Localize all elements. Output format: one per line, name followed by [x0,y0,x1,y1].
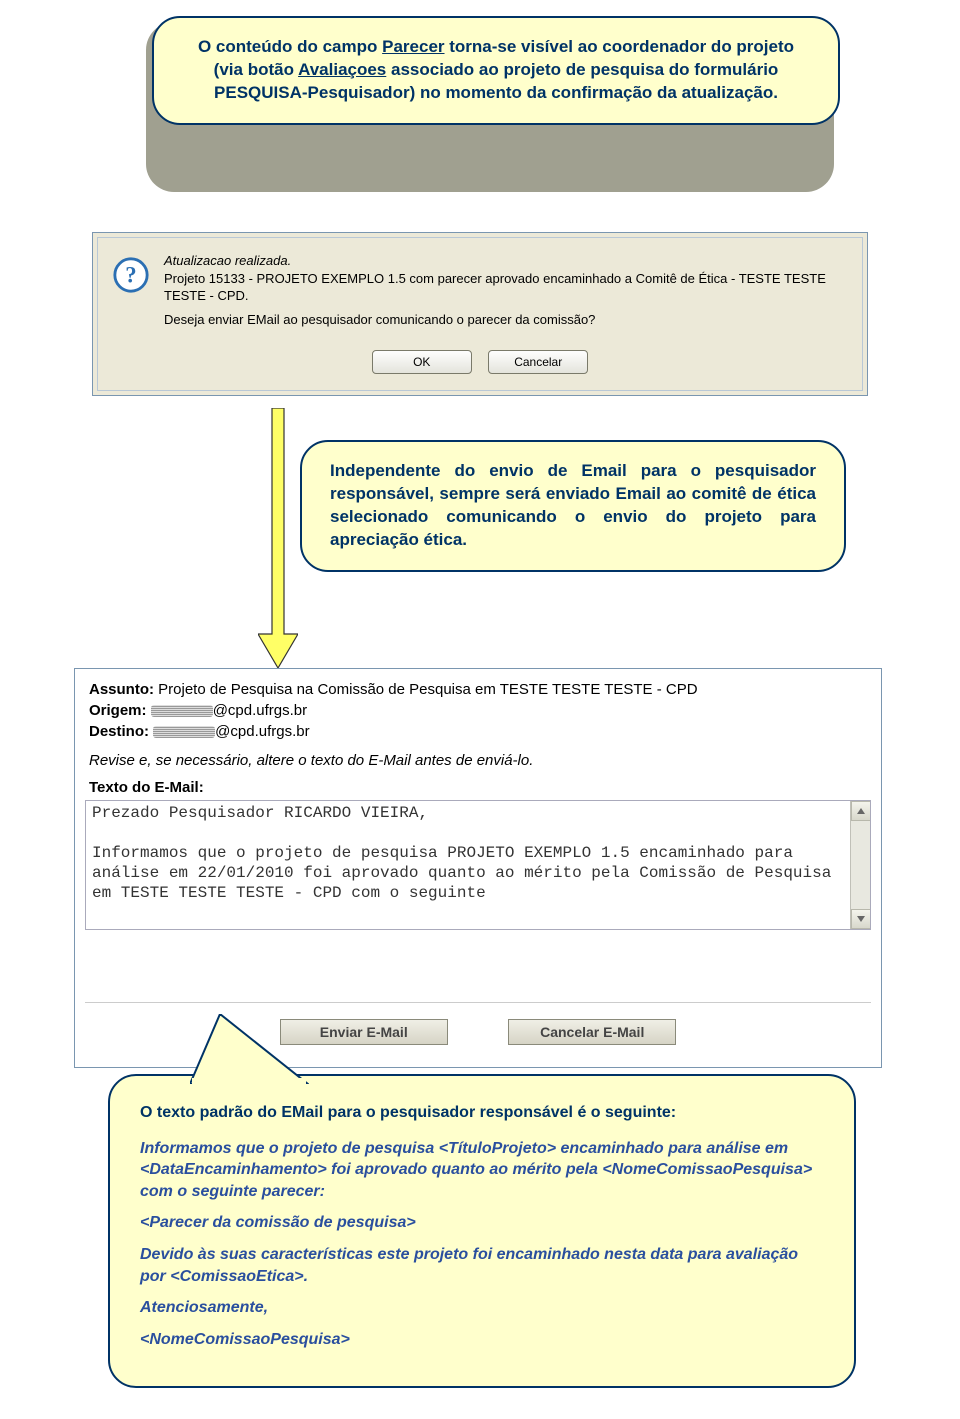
callout1-text-pre: O conteúdo do campo [198,37,382,56]
callout-1: O conteúdo do campo Parecer torna-se vis… [152,16,840,125]
email-body-label: Texto do E-Mail: [75,779,881,800]
origem-redacted [151,705,213,717]
callout-3: O texto padrão do EMail para o pesquisad… [108,1074,856,1388]
svg-text:?: ? [125,263,136,288]
origem-value: @cpd.ufrgs.br [213,702,307,719]
destino-label: Destino: [89,723,149,740]
email-header: Assunto: Projeto de Pesquisa na Comissão… [75,669,881,748]
email-origem-row: Origem: @cpd.ufrgs.br [89,700,867,721]
assunto-label: Assunto: [89,681,154,698]
assunto-value: Projeto de Pesquisa na Comissão de Pesqu… [154,681,698,698]
destino-redacted [153,726,215,738]
email-body-textarea[interactable]: Prezado Pesquisador RICARDO VIEIRA, Info… [85,800,871,930]
scrollbar[interactable] [850,801,870,929]
callout3-heading: O texto padrão do EMail para o pesquisad… [140,1102,824,1124]
email-panel: Assunto: Projeto de Pesquisa na Comissão… [74,668,882,1068]
confirm-button-row: OK Cancelar [98,350,862,374]
callout2-text: Independente do envio de Email para o pe… [330,461,816,549]
speech-bubble-tail-icon [190,1014,310,1084]
scroll-down-button[interactable] [851,909,871,929]
confirm-line3: Deseja enviar EMail ao pesquisador comun… [164,311,848,329]
callout3-p4: Atenciosamente, [140,1297,824,1319]
cancel-email-button[interactable]: Cancelar E-Mail [508,1019,676,1045]
callout3-p2: <Parecer da comissão de pesquisa> [140,1212,824,1234]
scroll-up-button[interactable] [851,801,871,821]
callout-2: Independente do envio de Email para o pe… [300,440,846,572]
callout1-u2: Avaliaçoes [298,60,386,79]
divider [85,1002,871,1003]
email-body-content: Prezado Pesquisador RICARDO VIEIRA, Info… [92,803,846,903]
confirm-dialog-message: Atualizacao realizada. Projeto 15133 - P… [164,252,848,328]
confirm-line2: Projeto 15133 - PROJETO EXEMPLO 1.5 com … [164,270,848,305]
question-icon: ? [112,256,150,294]
email-assunto-row: Assunto: Projeto de Pesquisa na Comissão… [89,679,867,700]
ok-button[interactable]: OK [372,350,472,374]
callout3-p1: Informamos que o projeto de pesquisa <Tí… [140,1138,824,1203]
cancel-button[interactable]: Cancelar [488,350,588,374]
callout3-p5: <NomeComissaoPesquisa> [140,1329,824,1351]
email-instruction: Revise e, se necessário, altere o texto … [75,748,881,779]
email-destino-row: Destino: @cpd.ufrgs.br [89,721,867,742]
confirm-dialog-inner: ? Atualizacao realizada. Projeto 15133 -… [97,237,863,391]
callout1-u1: Parecer [382,37,444,56]
confirm-line1: Atualizacao realizada. [164,252,848,270]
arrow-down-icon [258,408,298,668]
destino-value: @cpd.ufrgs.br [215,723,309,740]
origem-label: Origem: [89,702,147,719]
callout3-p3: Devido às suas características este proj… [140,1244,824,1287]
confirm-dialog: ? Atualizacao realizada. Projeto 15133 -… [92,232,868,396]
